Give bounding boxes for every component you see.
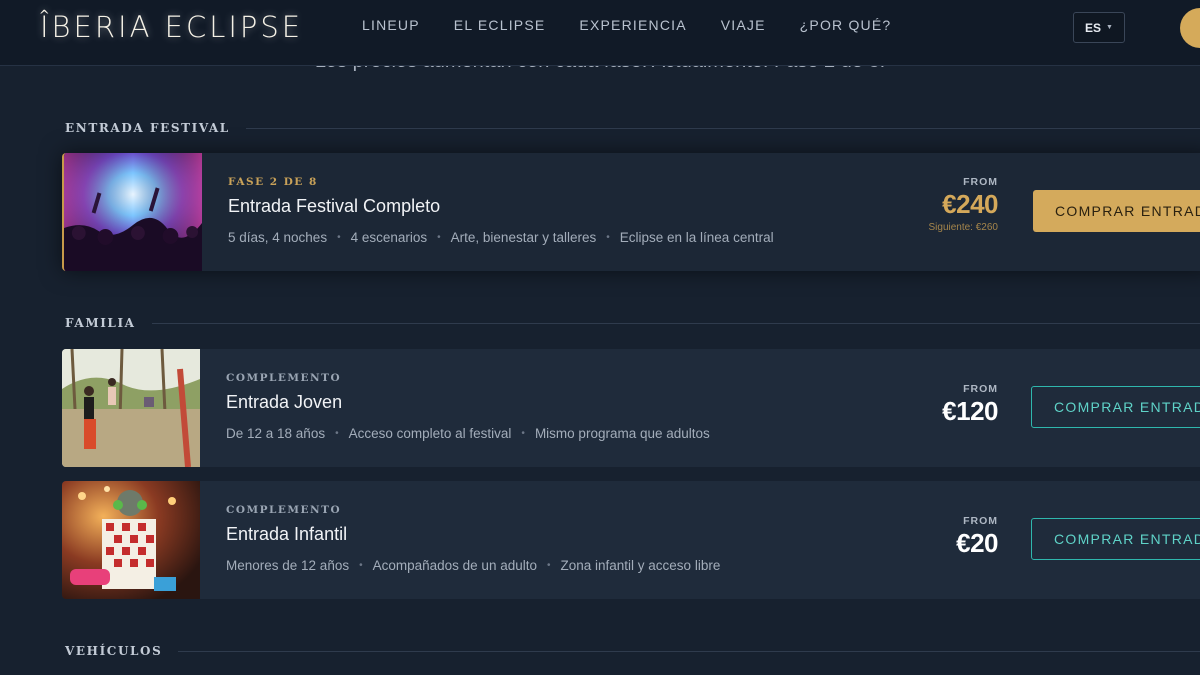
next-phase-price: Siguiente: €260 xyxy=(928,222,998,233)
ticket-name: Entrada Festival Completo xyxy=(228,196,441,216)
top-navigation: ÎBERIA ECLIPSE LINEUP EL ECLIPSE EXPERIE… xyxy=(0,0,1200,66)
ticket-features: Menores de 12 años • Acompañados de un a… xyxy=(226,558,720,573)
site-logo[interactable]: ÎBERIA ECLIPSE xyxy=(40,10,303,44)
account-button[interactable] xyxy=(1180,8,1200,48)
bullet-icon: • xyxy=(437,232,441,243)
complement-tag: COMPLEMENTO xyxy=(226,372,342,384)
section-title: FAMILIA xyxy=(65,316,136,330)
caret-down-icon: ▼ xyxy=(1106,24,1113,31)
bullet-icon: • xyxy=(546,560,551,571)
price-block: FROM €120 xyxy=(942,383,998,427)
feature-item: Zona infantil y acceso libre xyxy=(560,558,721,573)
bullet-icon: • xyxy=(359,560,363,571)
price: €120 xyxy=(942,396,998,426)
phase-tag: FASE 2 DE 8 xyxy=(228,176,318,188)
feature-item: 4 escenarios xyxy=(350,230,428,245)
bullet-icon: • xyxy=(337,232,341,243)
ticket-features: De 12 a 18 años • Acceso completo al fes… xyxy=(226,426,710,441)
language-selector[interactable]: ES ▼ xyxy=(1073,12,1125,43)
ticket-features: 5 días, 4 noches • 4 escenarios • Arte, … xyxy=(228,230,774,245)
price: €240 xyxy=(942,189,998,219)
ticket-card-joven: COMPLEMENTO Entrada Joven De 12 a 18 año… xyxy=(62,349,1200,467)
feature-item: Arte, bienestar y talleres xyxy=(450,230,597,245)
feature-item: Menores de 12 años xyxy=(226,558,350,573)
nav-viaje[interactable]: VIAJE xyxy=(721,17,766,33)
main-nav: LINEUP EL ECLIPSE EXPERIENCIA VIAJE ¿POR… xyxy=(362,17,891,33)
ticket-name: Entrada Infantil xyxy=(226,524,348,544)
from-label: FROM xyxy=(963,515,998,527)
section-title: VEHÍCULOS xyxy=(65,644,163,658)
from-label: FROM xyxy=(963,176,998,188)
divider xyxy=(151,322,1200,324)
festival-stage-image xyxy=(64,153,202,271)
price-block: FROM €20 xyxy=(956,515,998,559)
bullet-icon: • xyxy=(606,232,610,243)
ticket-card-festival: FASE 2 DE 8 Entrada Festival Completo 5 … xyxy=(62,153,1200,271)
ticket-name: Entrada Joven xyxy=(226,392,343,412)
feature-item: Acceso completo al festival xyxy=(348,426,512,441)
nav-el-eclipse[interactable]: EL ECLIPSE xyxy=(454,17,546,33)
bullet-icon: • xyxy=(335,428,339,439)
nav-lineup[interactable]: LINEUP xyxy=(362,17,420,33)
feature-item: 5 días, 4 noches xyxy=(228,230,328,245)
from-label: FROM xyxy=(963,383,998,395)
divider xyxy=(178,650,1200,652)
price: €20 xyxy=(956,528,998,558)
nav-por-que[interactable]: ¿POR QUÉ? xyxy=(800,17,892,33)
buy-ticket-button[interactable]: COMPRAR ENTRADA xyxy=(1033,190,1200,232)
bullet-icon: • xyxy=(521,428,525,439)
ticket-card-infantil: COMPLEMENTO Entrada Infantil Menores de … xyxy=(62,481,1200,599)
buy-ticket-button[interactable]: COMPRAR ENTRADA xyxy=(1031,518,1200,560)
language-code: ES xyxy=(1085,20,1102,35)
section-vehiculos: VEHÍCULOS xyxy=(65,644,1200,658)
child-festival-image xyxy=(62,481,200,599)
section-familia: FAMILIA xyxy=(65,316,1200,330)
feature-item: Mismo programa que adultos xyxy=(534,426,710,441)
divider xyxy=(245,127,1200,129)
feature-item: Eclipse en la línea central xyxy=(619,230,774,245)
complement-tag: COMPLEMENTO xyxy=(226,504,342,516)
price-block: FROM €240 Siguiente: €260 xyxy=(928,176,998,233)
feature-item: De 12 a 18 años xyxy=(226,426,326,441)
section-festival: ENTRADA FESTIVAL xyxy=(65,121,1200,135)
feature-item: Acompañados de un adulto xyxy=(372,558,537,573)
nav-experiencia[interactable]: EXPERIENCIA xyxy=(579,17,686,33)
section-title: ENTRADA FESTIVAL xyxy=(65,121,230,135)
children-outdoor-image xyxy=(62,349,200,467)
buy-ticket-button[interactable]: COMPRAR ENTRADA xyxy=(1031,386,1200,428)
